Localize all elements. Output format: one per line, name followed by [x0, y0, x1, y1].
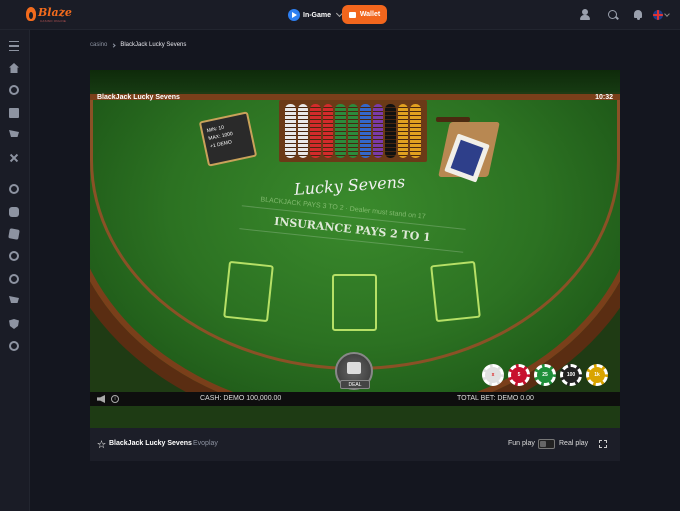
total-bet: TOTAL BET: DEMO 0.00 — [457, 395, 534, 402]
cash-balance: CASH: DEMO 100,000.00 — [200, 395, 282, 402]
chip-rack — [279, 100, 427, 162]
fullscreen-icon[interactable] — [598, 439, 608, 449]
gift-icon[interactable] — [9, 108, 19, 118]
rack-chip-stack — [347, 104, 359, 158]
chip-selector: x 5 25 100 1k — [482, 364, 608, 386]
footer-provider[interactable]: Evoplay — [193, 440, 218, 447]
chip-5[interactable]: 5 — [508, 364, 530, 386]
menu-icon[interactable] — [9, 41, 19, 51]
game-status-bar: i CASH: DEMO 100,000.00 TOTAL BET: DEMO … — [90, 392, 620, 406]
game-frame[interactable]: BlackJack Lucky Sevens 10:32 MIN: 10 MAX… — [90, 70, 620, 428]
wallet-icon — [348, 11, 356, 18]
flame-icon — [26, 7, 36, 21]
bell-icon[interactable] — [631, 8, 645, 22]
play-mode-toggle[interactable] — [538, 439, 555, 449]
logo-tagline: CASINO ONLINE — [40, 19, 67, 23]
rack-chip-stack — [310, 104, 321, 158]
info-icon[interactable]: i — [111, 395, 119, 403]
chip-100[interactable]: 100 — [560, 364, 582, 386]
game-title: BlackJack Lucky Sevens — [97, 94, 180, 101]
deal-label[interactable]: DEAL — [340, 380, 370, 389]
game-bottom-strip — [90, 406, 620, 428]
fun-play-label: Fun play — [508, 440, 535, 447]
real-play-label: Real play — [559, 440, 589, 447]
promo-icon[interactable] — [9, 296, 19, 306]
in-game-label: In-Game — [303, 11, 332, 19]
rack-chip-stack — [297, 104, 309, 158]
bet-spot-3[interactable] — [430, 260, 481, 323]
logo-word: Blaze — [38, 6, 72, 19]
chip-1k[interactable]: 1k — [586, 364, 608, 386]
casino-icon[interactable] — [9, 184, 19, 194]
rack-chip-stack — [397, 104, 409, 158]
gamepad-icon[interactable] — [9, 207, 19, 217]
breadcrumb-casino[interactable]: casino — [90, 42, 107, 48]
user-icon[interactable] — [578, 8, 592, 22]
chip-25[interactable]: 25 — [534, 364, 556, 386]
language-flag-icon[interactable] — [653, 10, 663, 20]
cart-icon[interactable] — [9, 130, 19, 140]
dice-icon[interactable] — [8, 228, 20, 240]
footer-game-title: BlackJack Lucky Sevens — [109, 440, 192, 447]
bet-spot-1[interactable] — [223, 260, 274, 323]
in-game-dropdown[interactable]: In-Game — [288, 7, 344, 23]
dice-icon — [347, 362, 361, 374]
shield-icon[interactable] — [9, 319, 19, 329]
search-icon[interactable] — [606, 8, 620, 22]
top-header: Blaze CASINO ONLINE In-Game Wallet — [0, 0, 680, 30]
crash-icon[interactable] — [9, 274, 19, 284]
rack-chip-stack — [372, 104, 384, 158]
wallet-button[interactable]: Wallet — [342, 5, 387, 24]
play-icon — [288, 9, 300, 21]
breadcrumb: casino BlackJack Lucky Sevens — [90, 42, 186, 48]
bet-spot-2[interactable] — [332, 274, 377, 331]
home-icon[interactable] — [9, 63, 19, 73]
card-shoe — [438, 122, 504, 186]
chevron-down-icon[interactable] — [664, 11, 670, 17]
sports-icon[interactable] — [9, 85, 19, 95]
blaze-logo[interactable]: Blaze CASINO ONLINE — [26, 5, 72, 25]
game-clock: 10:32 — [595, 94, 613, 101]
game-footer: BlackJack Lucky Sevens Evoplay Fun play … — [90, 428, 620, 461]
breadcrumb-current: BlackJack Lucky Sevens — [120, 42, 187, 48]
support-icon[interactable] — [9, 341, 19, 351]
rack-chip-stack — [322, 104, 334, 158]
game-top-strip — [90, 70, 620, 92]
wallet-label: Wallet — [359, 11, 381, 18]
clear-bet-chip[interactable]: x — [482, 364, 504, 386]
star-icon[interactable] — [97, 440, 106, 449]
roulette-icon[interactable] — [9, 251, 19, 261]
chevron-right-icon — [111, 42, 116, 48]
tools-icon[interactable] — [9, 153, 19, 163]
rack-chip-stack — [385, 104, 396, 158]
rack-chip-stack — [360, 104, 371, 158]
rack-chip-stack — [285, 104, 296, 158]
rack-chip-stack — [335, 104, 346, 158]
sound-icon[interactable] — [97, 395, 105, 403]
sidebar — [0, 30, 30, 511]
rack-chip-stack — [410, 104, 422, 158]
